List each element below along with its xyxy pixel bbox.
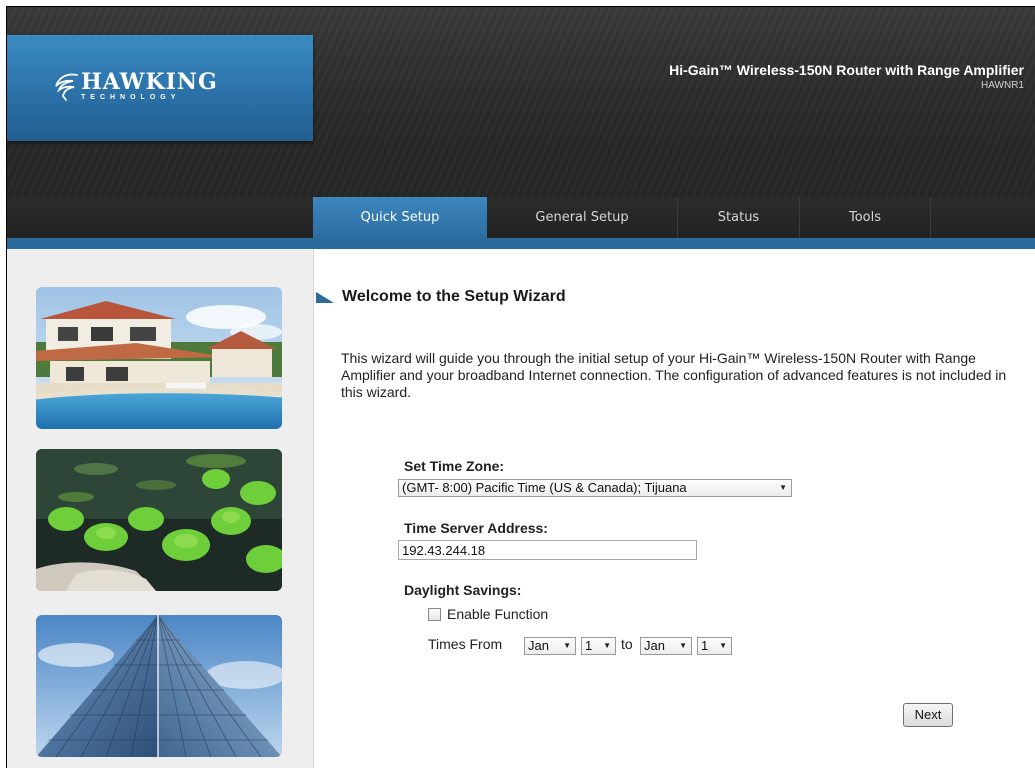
title-arrow-icon <box>316 292 334 303</box>
logo-subtitle: TECHNOLOGY <box>81 94 181 101</box>
chevron-down-icon: ▼ <box>779 483 787 492</box>
from-day-value: 1 <box>585 638 593 653</box>
logo-panel: HAWKING TECHNOLOGY <box>7 35 313 141</box>
tab-general-setup[interactable]: General Setup <box>487 197 677 238</box>
daylight-savings-label: Daylight Savings: <box>404 582 522 598</box>
from-month-value: Jan <box>528 638 549 653</box>
tab-status[interactable]: Status <box>678 197 799 238</box>
sidebar <box>7 249 314 768</box>
to-label: to <box>621 636 633 652</box>
logo-name: HAWKING <box>81 69 218 95</box>
to-day-select[interactable]: 1 ▼ <box>697 637 732 655</box>
enable-function-label: Enable Function <box>447 606 549 622</box>
pond-plants-photo <box>36 449 282 591</box>
header-banner: HAWKING TECHNOLOGY Hi-Gain™ Wireless-150… <box>7 7 1035 197</box>
tab-quick-setup[interactable]: Quick Setup <box>313 197 487 238</box>
intro-text: This wizard will guide you through the i… <box>341 350 1007 400</box>
tab-tools[interactable]: Tools <box>800 197 930 238</box>
time-zone-label: Set Time Zone: <box>404 458 505 474</box>
next-button[interactable]: Next <box>903 703 953 727</box>
enable-function-checkbox[interactable] <box>428 608 441 621</box>
house-with-pool-photo <box>36 287 282 429</box>
main-nav: Quick Setup General Setup Status Tools <box>7 197 1035 249</box>
from-month-select[interactable]: Jan ▼ <box>524 637 576 655</box>
time-server-label: Time Server Address: <box>404 520 548 536</box>
main-content: Welcome to the Setup Wizard This wizard … <box>313 249 1035 768</box>
router-admin-page: HAWKING TECHNOLOGY Hi-Gain™ Wireless-150… <box>6 6 1035 768</box>
time-zone-value: (GMT- 8:00) Pacific Time (US & Canada); … <box>402 480 687 495</box>
chevron-down-icon: ▼ <box>563 641 571 650</box>
nav-divider <box>930 197 931 238</box>
page-title: Welcome to the Setup Wizard <box>342 288 566 305</box>
chevron-down-icon: ▼ <box>603 641 611 650</box>
chevron-down-icon: ▼ <box>679 641 687 650</box>
to-day-value: 1 <box>701 638 709 653</box>
times-from-label: Times From <box>428 636 503 652</box>
glass-pyramid-photo <box>36 615 282 757</box>
time-server-input[interactable] <box>398 540 697 560</box>
hawking-logo: HAWKING TECHNOLOGY <box>53 69 218 103</box>
from-day-select[interactable]: 1 ▼ <box>581 637 616 655</box>
product-title: Hi-Gain™ Wireless-150N Router with Range… <box>669 62 1024 78</box>
time-zone-select[interactable]: (GMT- 8:00) Pacific Time (US & Canada); … <box>398 479 792 497</box>
to-month-value: Jan <box>644 638 665 653</box>
hawk-wing-icon <box>55 73 78 101</box>
product-model: HAWNR1 <box>981 80 1024 91</box>
to-month-select[interactable]: Jan ▼ <box>640 637 692 655</box>
chevron-down-icon: ▼ <box>719 641 727 650</box>
